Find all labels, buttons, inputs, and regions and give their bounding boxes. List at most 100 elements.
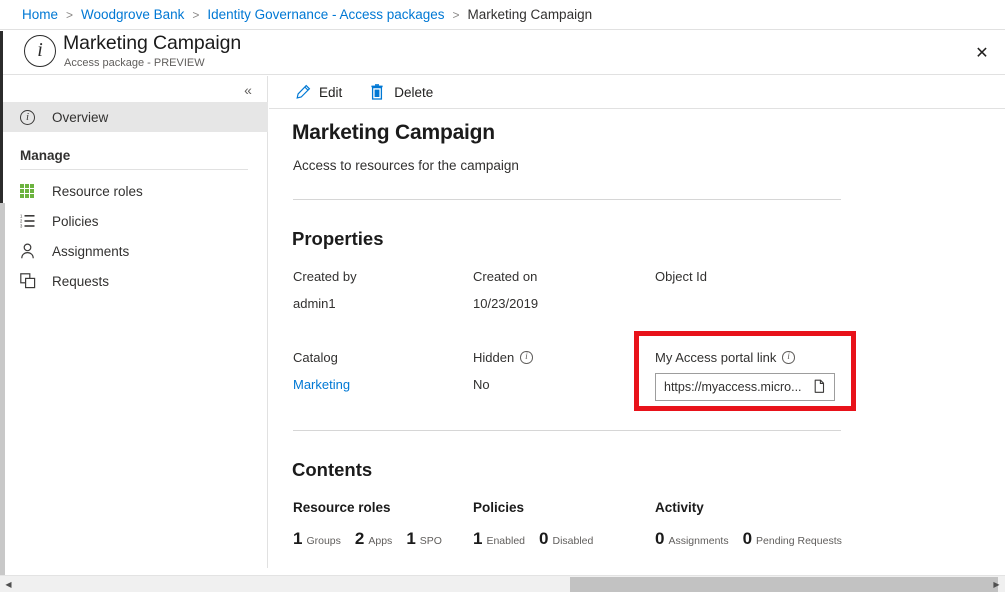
azure-portal-blade: Home > Woodgrove Bank > Identity Governa… <box>0 0 1005 592</box>
property-hidden: Hidden i No <box>473 350 533 392</box>
breadcrumb-item-identity-governance[interactable]: Identity Governance - Access packages <box>207 7 444 22</box>
property-label-text: My Access portal link <box>655 350 776 365</box>
stat-item: 2 Apps <box>355 529 392 549</box>
catalog-link[interactable]: Marketing <box>293 377 350 392</box>
svg-text:3: 3 <box>20 224 23 229</box>
info-circle-icon: i <box>24 35 56 67</box>
property-value: 10/23/2019 <box>473 296 538 311</box>
property-created-on: Created on 10/23/2019 <box>473 269 538 311</box>
nav-edge-strip <box>0 31 3 203</box>
content-title: Marketing Campaign <box>292 121 495 145</box>
blade-header: i Marketing Campaign Access package - PR… <box>0 31 1005 75</box>
property-label: My Access portal link i <box>655 350 835 365</box>
contents-group-stats: 1 Enabled 0 Disabled <box>473 529 607 549</box>
stat-item: 1 Enabled <box>473 529 525 549</box>
property-label: Created on <box>473 269 538 284</box>
sidebar-nav-list: i Overview Manage Resource roles <box>0 102 268 296</box>
contents-group-heading: Policies <box>473 500 607 515</box>
property-label: Object Id <box>655 269 707 284</box>
stat-label: Pending Requests <box>756 535 842 547</box>
contents-group-stats: 0 Assignments 0 Pending Requests <box>655 529 856 549</box>
stat-label: SPO <box>420 535 442 547</box>
property-object-id: Object Id <box>655 269 707 296</box>
stat-label: Disabled <box>552 535 593 547</box>
sidebar-item-overview[interactable]: i Overview <box>0 102 268 132</box>
property-label-text: Hidden <box>473 350 514 365</box>
info-circle-icon: i <box>20 108 42 126</box>
sidebar-group-manage: Manage <box>0 132 268 169</box>
property-label: Catalog <box>293 350 350 365</box>
close-icon[interactable]: ✕ <box>967 39 997 69</box>
stat-item: 0 Pending Requests <box>743 529 842 549</box>
command-toolbar: Edit Delete <box>269 76 1005 109</box>
stat-item: 0 Assignments <box>655 529 729 549</box>
delete-button[interactable]: Delete <box>367 79 436 105</box>
scroll-left-arrow-icon[interactable]: ◀ <box>0 576 17 592</box>
horizontal-scrollbar[interactable]: ◀ ▶ <box>0 575 1005 592</box>
page-subtitle: Access package - PREVIEW <box>64 57 205 69</box>
stat-count: 0 <box>539 529 548 549</box>
page-title: Marketing Campaign <box>63 32 241 55</box>
stat-count: 0 <box>655 529 664 549</box>
sidebar-item-requests[interactable]: Requests <box>0 266 268 296</box>
my-access-portal-link-input[interactable] <box>664 380 812 394</box>
trash-icon <box>370 84 387 100</box>
stat-item: 1 Groups <box>293 529 341 549</box>
contents-section-title: Contents <box>292 459 372 481</box>
content-description: Access to resources for the campaign <box>293 158 519 173</box>
collapse-sidebar-icon[interactable]: « <box>235 79 261 101</box>
properties-section-title: Properties <box>292 228 384 250</box>
stat-count: 1 <box>406 529 415 549</box>
info-circle-icon[interactable]: i <box>782 351 795 364</box>
contents-group-heading: Resource roles <box>293 500 456 515</box>
grid-green-icon <box>20 182 42 200</box>
breadcrumb-item-current: Marketing Campaign <box>468 7 593 22</box>
sidebar-divider <box>20 169 248 170</box>
vertical-scrollbar-track[interactable] <box>0 203 5 575</box>
sidebar-item-label: Resource roles <box>52 184 143 199</box>
horizontal-scrollbar-thumb[interactable] <box>570 577 998 592</box>
scroll-right-arrow-icon[interactable]: ▶ <box>988 576 1005 592</box>
contents-group-policies: Policies 1 Enabled 0 Disabled <box>473 500 607 549</box>
stat-count: 2 <box>355 529 364 549</box>
stat-label: Groups <box>306 535 340 547</box>
breadcrumb-separator: > <box>192 8 199 22</box>
divider <box>293 430 841 431</box>
stat-label: Assignments <box>668 535 728 547</box>
stat-count: 1 <box>473 529 482 549</box>
sidebar: « i Overview Manage Resource roles <box>0 76 268 568</box>
property-created-by: Created by admin1 <box>293 269 357 311</box>
contents-group-heading: Activity <box>655 500 856 515</box>
property-catalog: Catalog Marketing <box>293 350 350 392</box>
my-access-portal-link-field[interactable] <box>655 373 835 401</box>
edit-label: Edit <box>319 85 342 100</box>
breadcrumb-item-woodgrove-bank[interactable]: Woodgrove Bank <box>81 7 184 22</box>
breadcrumb-separator: > <box>66 8 73 22</box>
sidebar-item-label: Assignments <box>52 244 129 259</box>
info-circle-icon[interactable]: i <box>520 351 533 364</box>
sidebar-item-label: Requests <box>52 274 109 289</box>
property-value: admin1 <box>293 296 357 311</box>
list-icon: 1 2 3 <box>20 212 42 230</box>
copy-icon[interactable] <box>812 379 828 395</box>
stat-count: 1 <box>293 529 302 549</box>
property-label: Hidden i <box>473 350 533 365</box>
stat-item: 1 SPO <box>406 529 442 549</box>
stat-count: 0 <box>743 529 752 549</box>
edit-button[interactable]: Edit <box>292 79 345 105</box>
sidebar-item-label: Policies <box>52 214 99 229</box>
breadcrumb-separator: > <box>453 8 460 22</box>
breadcrumb: Home > Woodgrove Bank > Identity Governa… <box>0 0 1005 30</box>
contents-group-activity: Activity 0 Assignments 0 Pending Request… <box>655 500 856 549</box>
property-my-access-portal-link: My Access portal link i <box>655 350 835 401</box>
delete-label: Delete <box>394 85 433 100</box>
sidebar-item-assignments[interactable]: Assignments <box>0 236 268 266</box>
person-icon <box>20 242 42 260</box>
stat-label: Apps <box>368 535 392 547</box>
divider <box>293 199 841 200</box>
sidebar-item-resource-roles[interactable]: Resource roles <box>0 176 268 206</box>
property-value: No <box>473 377 533 392</box>
breadcrumb-item-home[interactable]: Home <box>22 7 58 22</box>
sidebar-item-policies[interactable]: 1 2 3 Policies <box>0 206 268 236</box>
copy-stack-icon <box>20 272 42 290</box>
